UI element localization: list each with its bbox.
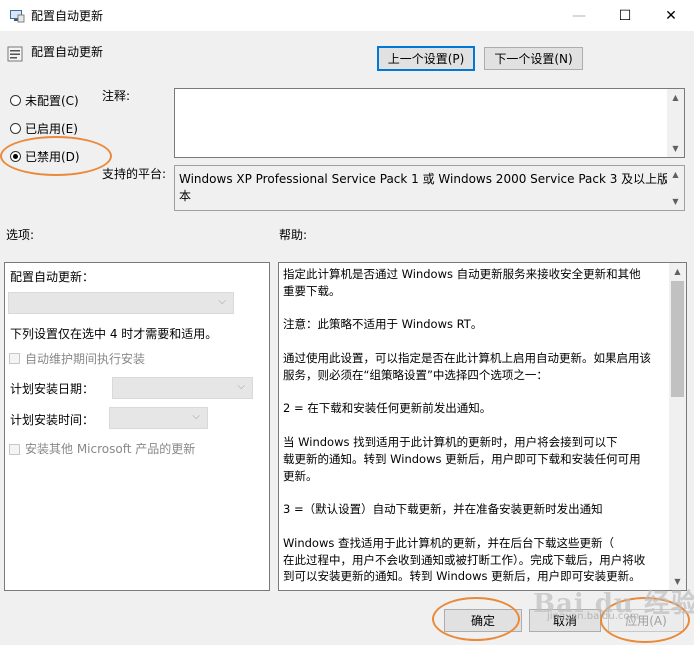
apply-button[interactable]: 应用(A): [608, 609, 684, 632]
help-label: 帮助:: [279, 228, 308, 242]
schedule-day-label: 计划安装日期：: [10, 382, 95, 396]
comment-scrollbar[interactable]: ▲ ▼: [667, 89, 684, 157]
cancel-label: 取消: [552, 614, 577, 628]
options-panel: 配置自动更新： ⌵ 下列设置仅在选中 4 时才需要和适用。 自动维护期间执行安装…: [4, 262, 270, 591]
platform-text-line1: Windows XP Professional Service Pack 1 或…: [179, 172, 670, 186]
help-scrollbar[interactable]: ▲ ▼: [669, 263, 686, 590]
scroll-down-icon[interactable]: ▼: [667, 193, 684, 210]
platform-scrollbar[interactable]: ▲ ▼: [667, 166, 684, 210]
schedule-day-dropdown[interactable]: ⌵: [112, 377, 253, 399]
comment-textarea[interactable]: ▲ ▼: [174, 88, 685, 158]
other-products-checkbox-label: 安装其他 Microsoft 产品的更新: [25, 442, 196, 456]
help-line: 指定此计算机是否通过 Windows 自动更新服务来接收安全更新和其他: [283, 267, 641, 281]
platform-text-line2: 本: [179, 189, 192, 203]
help-line: 通过使用此设置，可以指定是否在此计算机上启用自动更新。如果启用该: [283, 351, 651, 365]
close-button[interactable]: ✕: [648, 0, 694, 31]
maximize-button[interactable]: ☐: [602, 0, 648, 31]
maintenance-checkbox-label: 自动维护期间执行安装: [25, 352, 146, 366]
minimize-icon: —: [572, 7, 586, 24]
help-line: 当 Windows 找到适用于此计算机的更新时，用户将会接到可以下: [283, 435, 618, 449]
radio-circle-selected[interactable]: [10, 151, 21, 162]
platform-label: 支持的平台:: [102, 167, 167, 181]
radio-circle[interactable]: [10, 123, 21, 134]
schedule-time-label: 计划安装时间：: [10, 413, 95, 427]
help-line: 服务，则必须在“组策略设置”中选择四个选项之一：: [283, 367, 548, 382]
chevron-down-icon: ⌵: [237, 381, 245, 392]
scroll-down-icon[interactable]: ▼: [667, 140, 684, 157]
radio-enabled[interactable]: 已启用(E): [10, 120, 78, 137]
radio-circle[interactable]: [10, 95, 21, 106]
close-icon: ✕: [665, 7, 677, 24]
help-line: 3 =（默认设置）自动下载更新，并在准备安装更新时发出通知: [283, 502, 603, 517]
help-line: 2 = 在下载和安装任何更新前发出通知。: [283, 401, 492, 416]
help-line: Windows 查找适用于此计算机的更新，并在后台下载这些更新（: [283, 535, 614, 550]
help-panel: 指定此计算机是否通过 Windows 自动更新服务来接收安全更新和其他 重要下载。…: [278, 262, 687, 591]
minimize-button[interactable]: —: [556, 0, 602, 31]
ok-label: 确定: [470, 614, 495, 628]
help-line: 重要下载。: [283, 283, 341, 298]
configure-updates-label: 配置自动更新：: [10, 270, 95, 284]
next-setting-label: 下一个设置(N): [494, 52, 573, 66]
maintenance-checkbox[interactable]: [9, 353, 20, 364]
other-products-checkbox[interactable]: [9, 444, 20, 455]
cancel-button[interactable]: 取消: [529, 609, 601, 632]
comment-label: 注释:: [102, 89, 131, 103]
window-title: 配置自动更新: [31, 9, 104, 23]
radio-not-configured[interactable]: 未配置(C): [10, 92, 79, 109]
scroll-down-icon[interactable]: ▼: [669, 573, 686, 590]
options-label: 选项:: [6, 228, 35, 242]
chevron-down-icon: ⌵: [192, 411, 200, 422]
maximize-icon: ☐: [618, 7, 632, 24]
options-note: 下列设置仅在选中 4 时才需要和适用。: [10, 327, 218, 341]
scroll-up-icon[interactable]: ▲: [667, 89, 684, 106]
radio-label: 已禁用(D): [25, 150, 80, 164]
policy-window-icon: [10, 10, 25, 23]
policy-setting-icon: [7, 46, 23, 62]
configure-updates-dropdown[interactable]: ⌵: [8, 292, 234, 314]
apply-label: 应用(A): [625, 614, 667, 628]
ok-button[interactable]: 确定: [444, 609, 522, 632]
policy-name: 配置自动更新: [31, 45, 104, 59]
chevron-down-icon: ⌵: [218, 296, 226, 307]
help-line: 在此过程中，用户不会收到通知或被打断工作）。完成下载后，用户将收: [283, 552, 646, 567]
previous-setting-label: 上一个设置(P): [387, 52, 465, 66]
help-line: 载更新的通知。转到 Windows 更新后，用户即可下载和安装任何可用: [283, 451, 641, 466]
schedule-time-dropdown[interactable]: ⌵: [109, 407, 208, 429]
title-bar: 配置自动更新 — ☐ ✕: [0, 0, 694, 31]
radio-label: 已启用(E): [25, 122, 78, 136]
radio-disabled[interactable]: 已禁用(D): [10, 148, 80, 165]
next-setting-button[interactable]: 下一个设置(N): [484, 47, 583, 70]
help-line: 更新。: [283, 468, 318, 483]
help-line: 注意：此策略不适用于 Windows RT。: [283, 317, 483, 332]
radio-label: 未配置(C): [25, 94, 79, 108]
previous-setting-button[interactable]: 上一个设置(P): [377, 46, 475, 71]
platform-box: Windows XP Professional Service Pack 1 或…: [174, 165, 685, 211]
scroll-up-icon[interactable]: ▲: [669, 263, 686, 280]
scroll-up-icon[interactable]: ▲: [667, 166, 684, 183]
help-scroll-thumb[interactable]: [671, 281, 684, 397]
help-line: 到可以安装更新的通知。转到 Windows 更新后，用户即可安装更新。: [283, 569, 641, 584]
